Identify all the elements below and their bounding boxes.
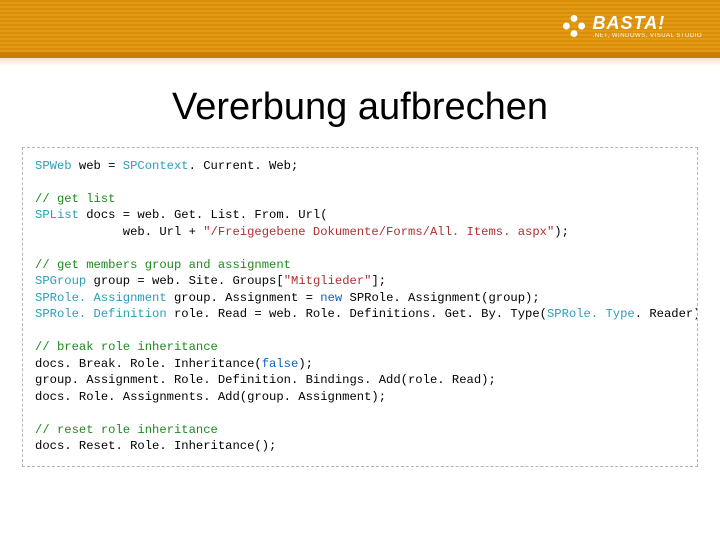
- code-token: group = web. Site. Groups[: [86, 274, 283, 288]
- brand-logo: BASTA! .NET, WINDOWS, VISUAL STUDIO: [561, 13, 702, 39]
- code-token: . Current. Web;: [189, 159, 299, 173]
- code-token: web. Url +: [35, 225, 203, 239]
- code-keyword: false: [262, 357, 299, 371]
- code-token: SPRole. Definition: [35, 307, 167, 321]
- code-token: SPList: [35, 208, 79, 222]
- code-keyword: new: [320, 291, 342, 305]
- code-string: "/Freigegebene Dokumente/Forms/All. Item…: [203, 225, 554, 239]
- code-token: );: [298, 357, 313, 371]
- code-token: docs. Role. Assignments. Add(group. Assi…: [35, 390, 386, 404]
- code-token: ];: [371, 274, 386, 288]
- code-comment: // break role inheritance: [35, 340, 218, 354]
- code-token: docs. Break. Role. Inheritance(: [35, 357, 262, 371]
- slide-title: Vererbung aufbrechen: [0, 86, 720, 129]
- code-token: group. Assignment =: [167, 291, 321, 305]
- code-token: );: [554, 225, 569, 239]
- code-token: SPWeb: [35, 159, 72, 173]
- code-comment: // reset role inheritance: [35, 423, 218, 437]
- code-block: SPWeb web = SPContext. Current. Web; // …: [22, 147, 698, 467]
- code-token: web =: [72, 159, 123, 173]
- code-token: docs. Reset. Role. Inheritance();: [35, 439, 276, 453]
- slide-header: BASTA! .NET, WINDOWS, VISUAL STUDIO: [0, 0, 720, 58]
- flower-icon: [561, 13, 587, 39]
- code-comment: // get members group and assignment: [35, 258, 291, 272]
- code-token: SPRole. Assignment: [35, 291, 167, 305]
- logo-main-text: BASTA!: [593, 14, 702, 32]
- logo-sub-text: .NET, WINDOWS, VISUAL STUDIO: [593, 33, 702, 39]
- code-token: role. Read = web. Role. Definitions. Get…: [167, 307, 547, 321]
- code-string: "Mitglieder": [284, 274, 372, 288]
- code-token: . Reader);: [635, 307, 698, 321]
- code-token: docs = web. Get. List. From. Url(: [79, 208, 328, 222]
- code-token: SPRole. Assignment(group);: [342, 291, 539, 305]
- code-token: SPContext: [123, 159, 189, 173]
- code-comment: // get list: [35, 192, 115, 206]
- code-token: SPGroup: [35, 274, 86, 288]
- code-token: SPRole. Type: [547, 307, 635, 321]
- code-token: group. Assignment. Role. Definition. Bin…: [35, 373, 496, 387]
